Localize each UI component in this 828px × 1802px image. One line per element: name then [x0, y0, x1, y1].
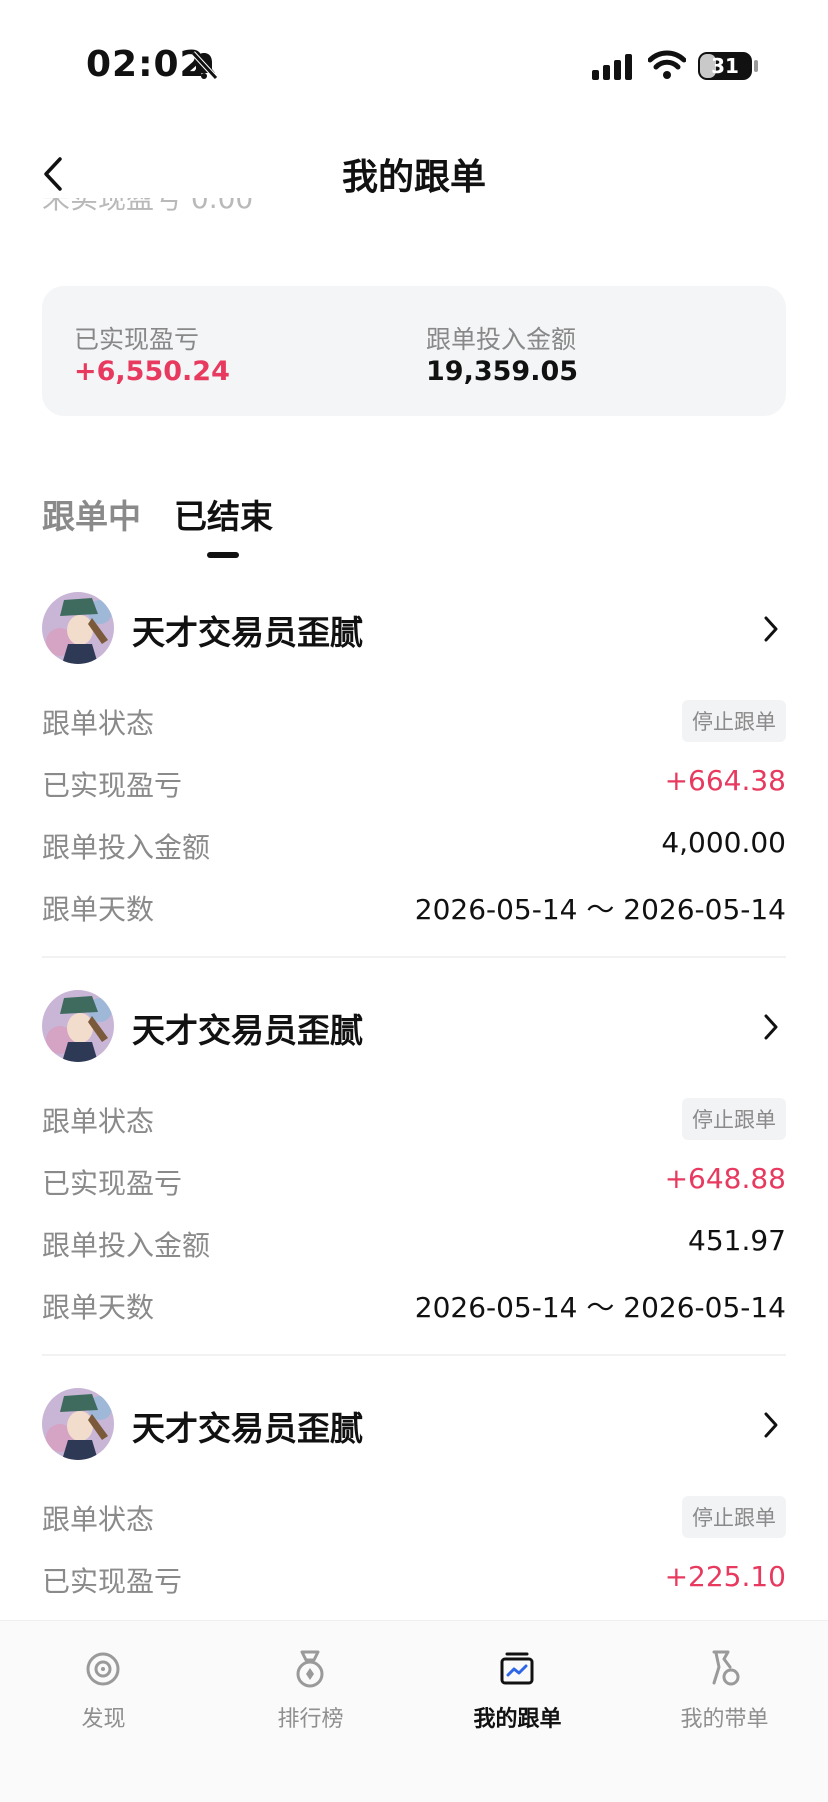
invest-label: 跟单投入金额	[42, 831, 211, 864]
invest-amount-label: 跟单投入金额	[426, 325, 577, 354]
status-badge: 停止跟单	[682, 1496, 786, 1538]
days-label: 跟单天数	[42, 893, 155, 926]
copy-trade-card[interactable]: 天才交易员歪腻 跟单状态 停止跟单 已实现盈亏 +664.38 跟单投入金额 4…	[42, 592, 786, 932]
tab-following[interactable]: 跟单中	[42, 490, 141, 538]
chevron-right-icon[interactable]	[762, 614, 780, 644]
status-row: 跟单状态 停止跟单	[42, 1496, 786, 1538]
bell-muted-icon	[191, 51, 218, 80]
realized-label: 已实现盈亏	[42, 1167, 183, 1200]
realized-pnl-value: +6,550.24	[74, 356, 230, 387]
days-value: 2026-05-14 ～ 2026-05-14	[414, 893, 786, 926]
chevron-right-icon[interactable]	[762, 1012, 780, 1042]
nav-my-lead-trades-label: 我的带单	[680, 1707, 769, 1732]
card-header[interactable]: 天才交易员歪腻	[42, 1388, 786, 1468]
realized-label: 已实现盈亏	[42, 1565, 183, 1598]
nav-ranking[interactable]: 排行榜	[207, 1649, 414, 1749]
ranking-icon	[296, 1650, 324, 1688]
avatar	[42, 1388, 114, 1460]
page-title: 我的跟单	[341, 157, 486, 198]
copy-trade-card[interactable]: 天才交易员歪腻 跟单状态 停止跟单 已实现盈亏 +648.88 跟单投入金额 4…	[42, 990, 786, 1330]
nav-my-lead-trades[interactable]: 我的带单	[621, 1649, 828, 1749]
summary-card: 已实现盈亏 +6,550.24 跟单投入金额 19,359.05	[42, 286, 786, 416]
invest-label: 跟单投入金额	[42, 1229, 211, 1262]
nav-my-copy-trades[interactable]: 我的跟单	[414, 1649, 621, 1749]
days-row: 跟单天数 2026-05-14 ～ 2026-05-14	[42, 888, 786, 928]
status-label: 跟单状态	[42, 1105, 155, 1138]
status-time: 02:02	[86, 44, 206, 85]
tab-indicator	[207, 552, 239, 558]
card-divider	[42, 956, 786, 958]
invest-amount-value: 19,359.05	[426, 356, 579, 387]
status-bar: 02:02 31	[0, 0, 828, 120]
status-row: 跟单状态 停止跟单	[42, 1098, 786, 1140]
unrealized-pnl-text: 未实现盈亏 0.00	[42, 198, 254, 215]
copy-trade-card[interactable]: 天才交易员歪腻 跟单状态 停止跟单 已实现盈亏 +225.10	[42, 1388, 786, 1618]
cellular-signal-icon	[592, 54, 632, 80]
card-divider	[42, 1354, 786, 1356]
battery-indicator: 31	[698, 52, 752, 80]
realized-row: 已实现盈亏 +664.38	[42, 764, 786, 804]
bottom-tab-bar: 发现 排行榜 我的跟单 我的带单	[0, 1620, 828, 1802]
realized-pnl-label: 已实现盈亏	[74, 325, 200, 354]
status-badge: 停止跟单	[682, 700, 786, 742]
my-copy-trades-icon	[500, 1652, 534, 1685]
card-header[interactable]: 天才交易员歪腻	[42, 990, 786, 1070]
realized-value: +664.38	[664, 764, 786, 797]
realized-value: +225.10	[664, 1560, 786, 1593]
days-value: 2026-05-14 ～ 2026-05-14	[414, 1291, 786, 1324]
trader-name: 天才交易员歪腻	[132, 1409, 363, 1448]
discover-icon	[86, 1652, 120, 1686]
days-label: 跟单天数	[42, 1291, 155, 1324]
unrealized-pnl-partial: 未实现盈亏 0.00	[42, 198, 253, 228]
wifi-icon	[648, 50, 686, 79]
status-label: 跟单状态	[42, 707, 155, 740]
invest-value: 4,000.00	[661, 826, 786, 859]
battery-percent: 31	[711, 54, 739, 78]
invest-row: 跟单投入金额 451.97	[42, 1224, 786, 1264]
trader-name: 天才交易员歪腻	[132, 613, 363, 652]
nav-discover[interactable]: 发现	[0, 1649, 207, 1749]
realized-row: 已实现盈亏 +648.88	[42, 1162, 786, 1202]
realized-row: 已实现盈亏 +225.10	[42, 1560, 786, 1600]
my-lead-trades-icon	[712, 1650, 740, 1686]
invest-value: 451.97	[688, 1224, 786, 1257]
status-row: 跟单状态 停止跟单	[42, 700, 786, 742]
nav-ranking-label: 排行榜	[277, 1707, 344, 1732]
nav-my-copy-trades-label: 我的跟单	[473, 1707, 562, 1732]
status-badge: 停止跟单	[682, 1098, 786, 1140]
invest-row: 跟单投入金额 4,000.00	[42, 826, 786, 866]
avatar	[42, 990, 114, 1062]
nav-discover-label: 发现	[81, 1707, 126, 1732]
battery-nub	[754, 60, 758, 72]
avatar	[42, 592, 114, 664]
realized-label: 已实现盈亏	[42, 769, 183, 802]
days-row: 跟单天数 2026-05-14 ～ 2026-05-14	[42, 1286, 786, 1326]
card-header[interactable]: 天才交易员歪腻	[42, 592, 786, 672]
trader-name: 天才交易员歪腻	[132, 1011, 363, 1050]
chevron-right-icon[interactable]	[762, 1410, 780, 1440]
status-label: 跟单状态	[42, 1503, 155, 1536]
realized-value: +648.88	[664, 1162, 786, 1195]
tab-ended[interactable]: 已结束	[174, 490, 273, 538]
